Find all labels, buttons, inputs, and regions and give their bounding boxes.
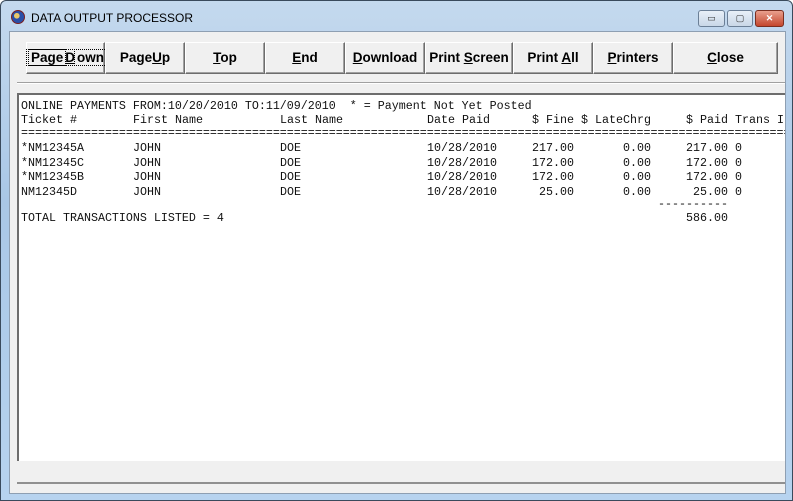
label-text: ownload [362, 50, 418, 65]
cell-last-name: DOE [280, 155, 301, 170]
accelerator-key: D [352, 50, 363, 65]
label-text: Print [429, 50, 464, 65]
button-label: Printers [607, 50, 658, 65]
cell-fine: 172.00 [532, 170, 574, 184]
button-label: Print Screen [429, 50, 509, 65]
cell-ticket: NM12345D [21, 184, 77, 199]
label-text: rinters [616, 50, 659, 65]
cell-paid: 217.00 [686, 141, 728, 155]
end-button[interactable]: End [265, 42, 345, 74]
minimize-button[interactable]: ▭ [698, 10, 725, 27]
button-label: End [292, 50, 318, 65]
cell-date-paid: 10/28/2010 [427, 155, 497, 170]
cell-first-name: JOHN [133, 155, 161, 170]
maximize-button[interactable]: ▢ [727, 10, 753, 27]
cell-date-paid: 10/28/2010 [427, 141, 497, 155]
printers-button[interactable]: Printers [593, 42, 673, 74]
cell-trans: 0 [735, 184, 742, 199]
accelerator-key: E [292, 50, 302, 65]
button-label: Download [353, 50, 418, 65]
cell-date-paid: 10/28/2010 [427, 184, 497, 199]
label-text: ll [571, 50, 579, 65]
status-bar [17, 461, 785, 484]
cell-first-name: JOHN [133, 170, 161, 184]
cell-late-charge: 0.00 [623, 184, 651, 199]
column-header-trans: Trans I [735, 113, 784, 127]
label-text: Page [119, 50, 153, 65]
window-frame: DATA OUTPUT PROCESSOR ▭ ▢ ✕ Page Down Page… [0, 0, 793, 501]
cell-fine: 172.00 [532, 155, 574, 170]
window-title: DATA OUTPUT PROCESSOR [31, 11, 194, 25]
column-header-late-charge: $ LateChrg [581, 113, 651, 127]
label-text: p [161, 50, 171, 65]
cell-first-name: JOHN [133, 141, 161, 155]
close-button[interactable]: Close [673, 42, 778, 74]
cell-ticket: *NM12345C [21, 155, 84, 170]
print-all-button[interactable]: Print All [513, 42, 593, 74]
column-header-first-name: First Name [133, 113, 203, 127]
download-button[interactable]: Download [345, 42, 425, 74]
pageup-button[interactable]: PageUp [105, 42, 185, 74]
close-window-button[interactable]: ✕ [755, 10, 784, 27]
pagedown-button[interactable]: Page Down [25, 42, 110, 74]
cell-fine: 25.00 [539, 184, 574, 199]
cell-trans: 0 [735, 170, 742, 184]
label-text: own [74, 49, 108, 66]
accelerator-key: C [707, 50, 717, 65]
heading-text: ONLINE PAYMENTS FROM:10/20/2010 TO:11/09… [21, 99, 532, 113]
cell-ticket: *NM12345B [21, 170, 84, 184]
print-screen-button[interactable]: Print Screen [425, 42, 513, 74]
cell-last-name: DOE [280, 184, 301, 199]
top-button[interactable]: Top [185, 42, 265, 74]
column-header-paid: $ Paid [686, 113, 728, 127]
cell-late-charge: 0.00 [623, 170, 651, 184]
accelerator-key: S [463, 50, 473, 65]
label-text: creen [472, 50, 509, 65]
total-paid: 586.00 [686, 211, 728, 225]
label-text: Print [527, 50, 562, 65]
label-text: Page [27, 49, 67, 66]
button-label: Close [707, 50, 744, 65]
column-header-fine: $ Fine [532, 113, 574, 127]
report-output-panel[interactable]: ONLINE PAYMENTS FROM:10/20/2010 TO:11/09… [17, 93, 785, 461]
button-label: Top [213, 50, 237, 65]
cell-last-name: DOE [280, 170, 301, 184]
cell-last-name: DOE [280, 141, 301, 155]
accelerator-key: A [561, 50, 572, 65]
column-header-ticket: Ticket # [21, 113, 77, 127]
button-label: Print All [527, 50, 578, 65]
button-label: PageUp [120, 50, 170, 65]
accelerator-key: D [65, 50, 76, 65]
label-text: lose [716, 50, 744, 65]
rule-text: ========================================… [21, 126, 785, 140]
cell-fine: 217.00 [532, 141, 574, 155]
column-header-last-name: Last Name [280, 113, 343, 127]
label-text: nd [301, 50, 318, 65]
cell-late-charge: 0.00 [623, 155, 651, 170]
cell-trans: 0 [735, 155, 742, 170]
column-header-date-paid: Date Paid [427, 113, 490, 127]
cell-paid: 172.00 [686, 170, 728, 184]
total-rule: ---------- [658, 197, 728, 211]
app-globe-icon [11, 10, 25, 24]
cell-paid: 172.00 [686, 155, 728, 170]
toolbar-divider [17, 82, 785, 84]
cell-date-paid: 10/28/2010 [427, 170, 497, 184]
cell-late-charge: 0.00 [623, 141, 651, 155]
title-bar[interactable]: DATA OUTPUT PROCESSOR ▭ ▢ ✕ [1, 1, 792, 31]
button-label: Page Down [25, 49, 110, 66]
accelerator-key: U [152, 50, 162, 65]
cell-first-name: JOHN [133, 184, 161, 199]
cell-trans: 0 [735, 141, 742, 155]
label-text: op [220, 50, 237, 65]
cell-ticket: *NM12345A [21, 141, 84, 155]
total-label: TOTAL TRANSACTIONS LISTED = 4 [21, 211, 224, 225]
